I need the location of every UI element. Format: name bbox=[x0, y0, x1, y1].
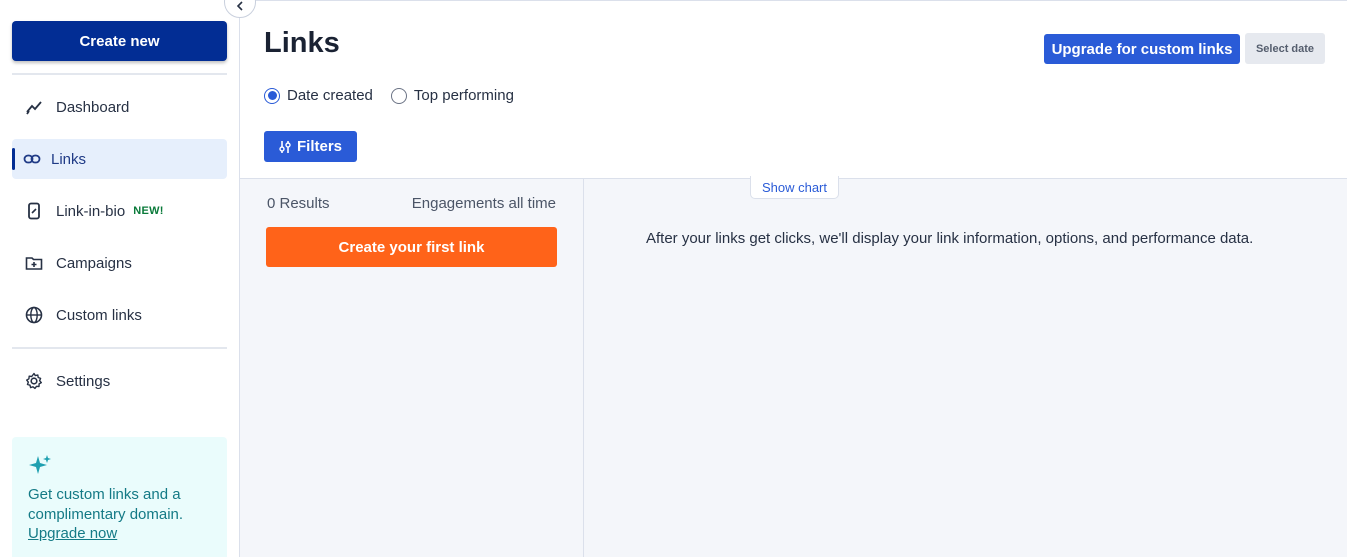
sidebar-item-label: Custom links bbox=[56, 306, 142, 324]
radio-checked[interactable] bbox=[264, 87, 280, 104]
select-date-button[interactable]: Select date bbox=[1245, 33, 1325, 64]
sidebar-item-label: Links bbox=[51, 150, 87, 168]
sidebar-item-custom-links[interactable]: Custom links bbox=[12, 295, 227, 335]
links-content: 0 Results Engagements all time Create yo… bbox=[240, 176, 1347, 557]
folder-plus-icon bbox=[24, 253, 44, 273]
links-list-panel: 0 Results Engagements all time Create yo… bbox=[240, 179, 584, 557]
promo-text: Get custom links and a complimentary dom… bbox=[28, 486, 184, 523]
show-chart-button[interactable]: Show chart bbox=[750, 176, 839, 199]
gear-icon bbox=[24, 371, 44, 391]
create-first-link-button[interactable]: Create your first link bbox=[266, 227, 557, 267]
sliders-icon bbox=[279, 140, 291, 153]
phone-link-icon bbox=[24, 201, 44, 221]
filters-label: Filters bbox=[296, 138, 342, 155]
sidebar: Create new Dashboard Links Link-in-bio N… bbox=[0, 0, 256, 557]
sidebar-divider bbox=[12, 73, 227, 75]
link-icon bbox=[22, 149, 42, 169]
globe-icon bbox=[24, 305, 44, 325]
sidebar-item-label: Link-in-bio bbox=[56, 202, 126, 220]
upgrade-promo-card: Get custom links and a complimentary dom… bbox=[12, 437, 227, 557]
chevron-left-icon bbox=[236, 1, 243, 11]
radio-unchecked[interactable] bbox=[390, 87, 407, 104]
upgrade-custom-links-button[interactable]: Upgrade for custom links bbox=[1044, 34, 1240, 64]
links-header: Links Upgrade for custom links Select da… bbox=[240, 0, 1347, 178]
sidebar-divider bbox=[12, 347, 227, 349]
create-new-button[interactable]: Create new bbox=[12, 21, 227, 61]
sidebar-item-settings[interactable]: Settings bbox=[12, 361, 227, 401]
sidebar-item-label: Settings bbox=[56, 372, 111, 390]
page-title: Links bbox=[264, 27, 340, 59]
sort-top-performing[interactable]: Top performing bbox=[390, 87, 514, 104]
sparkle-icon bbox=[28, 453, 52, 477]
sort-date-created[interactable]: Date created bbox=[264, 87, 373, 104]
sidebar-item-links[interactable]: Links bbox=[12, 139, 227, 179]
sidebar-item-dashboard[interactable]: Dashboard bbox=[12, 87, 227, 127]
upgrade-now-link[interactable]: Upgrade now bbox=[28, 525, 117, 542]
sort-option-label: Top performing bbox=[413, 87, 514, 104]
engagements-label: Engagements all time bbox=[411, 195, 556, 212]
chart-line-icon bbox=[24, 97, 44, 117]
sidebar-item-label: Campaigns bbox=[56, 254, 132, 272]
sidebar-item-link-in-bio[interactable]: Link-in-bio NEW! bbox=[12, 191, 227, 231]
sort-option-label: Date created bbox=[287, 87, 373, 104]
empty-state-message: After your links get clicks, we'll displ… bbox=[646, 230, 1254, 247]
filters-button[interactable]: Filters bbox=[264, 131, 357, 162]
sidebar-item-campaigns[interactable]: Campaigns bbox=[12, 243, 227, 283]
new-badge: NEW! bbox=[133, 205, 164, 217]
sort-options: Date created Top performing bbox=[264, 87, 532, 104]
results-count: 0 Results bbox=[267, 195, 330, 212]
sidebar-item-label: Dashboard bbox=[56, 98, 130, 116]
